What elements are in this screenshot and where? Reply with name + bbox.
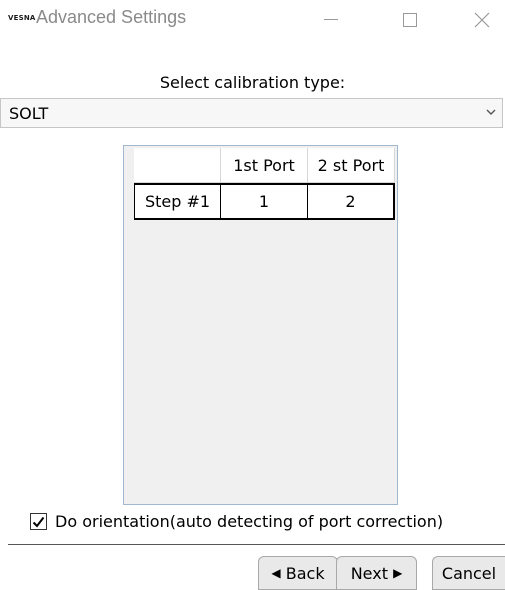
next-label: Next	[350, 563, 388, 583]
checkmark-icon	[32, 516, 45, 528]
back-label: Back	[285, 563, 325, 583]
orientation-checkbox[interactable]	[30, 513, 47, 530]
vesna-logo: VESNA	[8, 14, 36, 22]
cancel-button[interactable]: Cancel	[432, 556, 505, 590]
orientation-label: Do orientation(auto detecting of port co…	[55, 512, 444, 531]
steps-table: 1st Port 2 st Port Step #1 1 2	[134, 148, 395, 220]
cell-port1[interactable]: 1	[221, 183, 308, 220]
column-header-port2[interactable]: 2 st Port	[308, 148, 395, 183]
column-header-port1[interactable]: 1st Port	[221, 148, 308, 183]
back-button[interactable]: ◀ Back	[258, 556, 338, 590]
next-arrow-icon: ▶	[393, 566, 403, 580]
close-icon	[474, 12, 490, 28]
chevron-down-icon	[486, 109, 496, 115]
orientation-option[interactable]: Do orientation(auto detecting of port co…	[30, 512, 443, 531]
title-bar: VESNA Advanced Settings	[0, 0, 505, 40]
minimize-button[interactable]	[308, 0, 354, 40]
maximize-icon	[403, 13, 417, 27]
column-header-corner	[134, 148, 221, 183]
maximize-button[interactable]	[387, 0, 433, 40]
table-row[interactable]: Step #1 1 2	[134, 183, 395, 220]
minimize-icon	[324, 19, 338, 20]
calibration-type-label: Select calibration type:	[159, 73, 346, 92]
cell-port2[interactable]: 2	[308, 183, 395, 220]
row-header-step[interactable]: Step #1	[134, 183, 221, 220]
calibration-steps-grid[interactable]: 1st Port 2 st Port Step #1 1 2	[123, 145, 398, 505]
back-arrow-icon: ◀	[271, 566, 281, 580]
close-button[interactable]	[459, 0, 505, 40]
calibration-type-value: SOLT	[9, 104, 49, 123]
table-header-row: 1st Port 2 st Port	[134, 148, 395, 183]
cancel-label: Cancel	[441, 563, 497, 583]
next-button[interactable]: Next ▶	[336, 556, 417, 590]
calibration-type-select[interactable]: SOLT	[0, 98, 503, 128]
divider	[8, 544, 505, 545]
window-title: Advanced Settings	[36, 7, 187, 27]
